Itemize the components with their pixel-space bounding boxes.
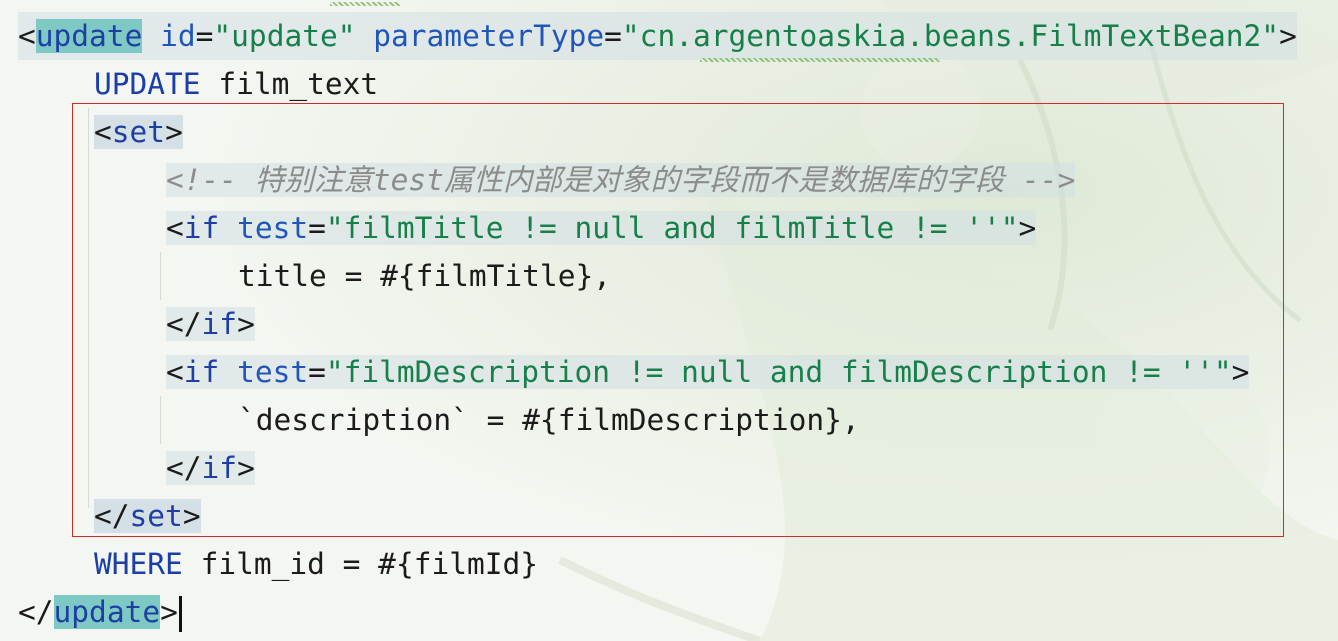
code-line-if-description-close[interactable]: </if> [166, 444, 255, 492]
code-line-where-clause[interactable]: WHERE film_id = #{filmId} [94, 540, 538, 588]
code-line-comment[interactable]: <!-- 特别注意test属性内部是对象的字段而不是数据库的字段 --> [166, 156, 1076, 204]
code-line-update-open[interactable]: <update id="update" parameterType="cn.ar… [18, 12, 1297, 60]
xml-comment: <!-- 特别注意test属性内部是对象的字段而不是数据库的字段 --> [166, 163, 1076, 197]
code-line-update-statement[interactable]: UPDATE film_text [94, 60, 378, 108]
tag-name-if: if [201, 307, 238, 341]
equals-sign: = [308, 355, 326, 389]
spellcheck-squiggle [330, 2, 400, 6]
sql-table-name: film_text [218, 67, 379, 101]
sql-keyword-where: WHERE [94, 547, 183, 581]
tag-bracket: > [1279, 19, 1297, 53]
attribute-value-id: "update" [213, 19, 356, 53]
text-cursor [178, 595, 182, 632]
tag-bracket: > [237, 451, 255, 485]
indent-guide [160, 252, 161, 300]
tag-bracket: > [165, 115, 183, 149]
tag-bracket: > [1018, 211, 1037, 245]
indent-guide [160, 396, 161, 444]
tag-bracket: < [166, 211, 184, 245]
code-line-set-close[interactable]: </set> [94, 492, 201, 540]
attribute-test: test [237, 355, 309, 389]
indent-guide [88, 108, 89, 508]
tag-bracket: </ [94, 499, 130, 533]
tag-bracket: </ [166, 451, 202, 485]
code-line-set-open[interactable]: <set> [94, 108, 183, 156]
sql-assignment-description: `description` = #{filmDescription}, [238, 403, 860, 437]
code-line-title-assignment[interactable]: title = #{filmTitle}, [238, 252, 611, 300]
code-line-update-close[interactable]: </update> [18, 588, 182, 636]
tag-bracket: > [1231, 355, 1250, 389]
previous-line-fragment [0, 0, 1338, 12]
tag-bracket: </ [166, 307, 202, 341]
code-line-if-title-close[interactable]: </if> [166, 300, 255, 348]
tag-name-set: set [129, 499, 183, 533]
sql-assignment-title: title = #{filmTitle}, [238, 259, 611, 293]
tag-name-update[interactable]: update [53, 595, 161, 629]
attribute-id: id [160, 19, 196, 53]
attribute-value-test: "filmTitle != null and filmTitle != ''" [325, 211, 1019, 245]
tag-bracket: </ [18, 595, 54, 629]
tag-name-if: if [183, 211, 220, 245]
attribute-value-test: "filmDescription != null and filmDescrip… [325, 355, 1232, 389]
tag-name-update[interactable]: update [35, 19, 143, 53]
tag-bracket: < [166, 355, 184, 389]
tag-bracket: < [18, 19, 36, 53]
tag-bracket: > [160, 595, 178, 629]
spellcheck-squiggle [700, 58, 940, 62]
tag-name-if: if [201, 451, 238, 485]
equals-sign: = [308, 211, 326, 245]
tag-bracket: < [94, 115, 112, 149]
tag-bracket: > [237, 307, 255, 341]
attribute-value-parametertype: "cn.argentoaskia.beans.FilmTextBean2" [621, 19, 1280, 53]
attribute-test: test [237, 211, 309, 245]
equals-sign: = [195, 19, 214, 53]
tag-name-set: set [111, 115, 166, 149]
sql-keyword-update: UPDATE [94, 67, 201, 101]
tag-name-if: if [183, 355, 220, 389]
code-line-if-title-open[interactable]: <if test="filmTitle != null and filmTitl… [166, 204, 1037, 252]
code-line-description-assignment[interactable]: `description` = #{filmDescription}, [238, 396, 860, 444]
equals-sign: = [604, 19, 622, 53]
tag-bracket: > [182, 499, 201, 533]
code-line-if-description-open[interactable]: <if test="filmDescription != null and fi… [166, 348, 1250, 396]
attribute-parametertype: parameterType [373, 19, 605, 53]
sql-where-condition: film_id = #{filmId} [200, 547, 539, 581]
code-editor[interactable]: <update id="update" parameterType="cn.ar… [0, 0, 1338, 641]
